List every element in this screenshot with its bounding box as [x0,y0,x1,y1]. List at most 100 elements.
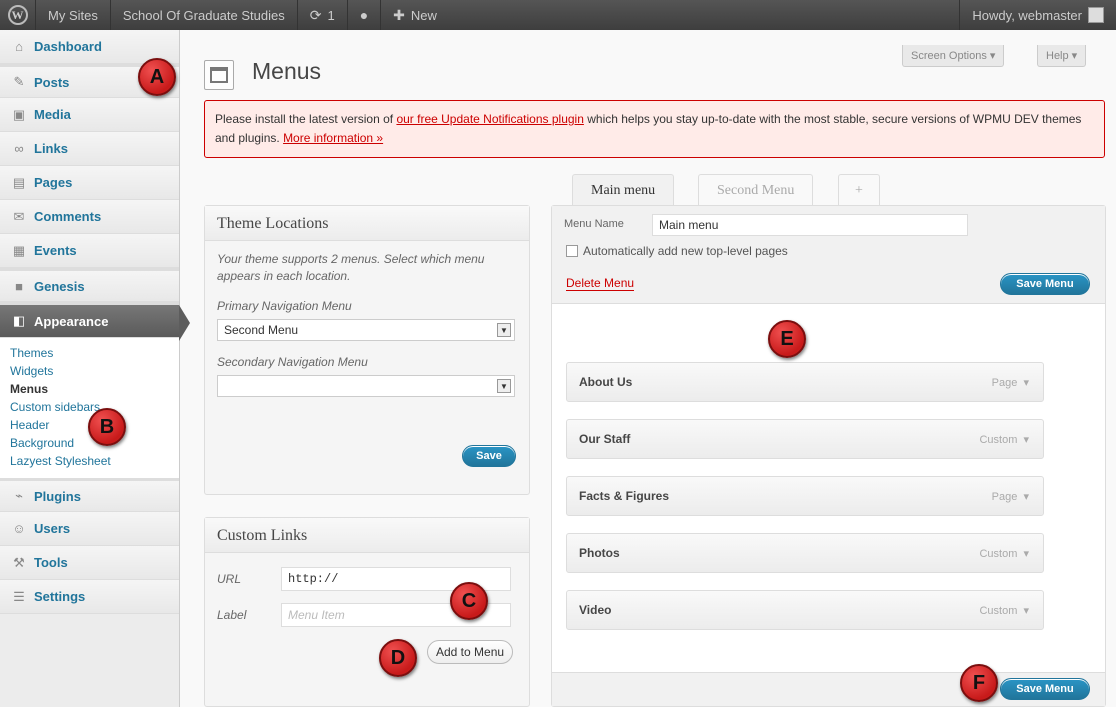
help-button[interactable]: Help ▾ [1037,45,1087,67]
users-icon: ☺ [12,521,26,536]
menu-name-label: Menu Name [564,218,624,230]
primary-navigation-label: Primary Navigation Menu [217,299,352,313]
menu-item-type: Page ▾ [991,376,1029,389]
annotation-marker-e: E [768,320,806,358]
menu-name-input[interactable]: Main menu [652,214,968,236]
sidebar-item-label: Users [34,521,71,536]
plus-icon: ✚ [393,6,405,23]
screen-options-button[interactable]: Screen Options ▾ [902,45,1005,67]
comment-bubble-icon: ● [359,7,369,23]
annotation-marker-d: D [379,639,417,677]
sidebar-item-tools[interactable]: ⚒ Tools [0,546,179,580]
more-information-link[interactable]: More information » [283,131,383,145]
my-sites-link[interactable]: My Sites [36,0,111,30]
theme-locations-description: Your theme supports 2 menus. Select whic… [217,252,485,283]
sidebar-item-label: Dashboard [34,39,102,54]
new-label: New [410,7,437,23]
sidebar-item-label: Plugins [34,488,81,504]
new-content-link[interactable]: ✚ New [381,0,449,30]
menus-page-icon [204,60,234,90]
plugins-icon: ⌁ [15,488,23,503]
page-title: Menus [252,58,322,84]
menu-header: Menu Name Main menu Automatically add ne… [552,206,1105,304]
menu-item[interactable]: Photos Custom ▾ [566,533,1044,573]
sidebar-item-comments[interactable]: ✉ Comments [0,200,179,234]
menu-item-type: Custom ▾ [979,604,1029,617]
sidebar-item-label: Media [34,107,71,122]
avatar [1088,7,1104,23]
howdy-text: Howdy, webmaster [972,7,1082,23]
admin-sidebar: ⌂ Dashboard ✎ Posts ▣ Media ∞ Links ▤ Pages ✉… [0,30,190,707]
custom-links-title[interactable]: Custom Links [205,518,529,553]
tab-main-menu[interactable]: Main menu [572,174,675,207]
admin-bar: W My Sites School Of Graduate Studies ⟳ 1… [0,0,1116,30]
pages-icon: ▤ [12,174,26,190]
auto-add-label: Automatically add new top-level pages [583,244,788,258]
secondary-navigation-select[interactable]: ▼ [217,375,515,397]
menu-item[interactable]: Facts & Figures Page ▾ [566,476,1044,516]
account-menu[interactable]: Howdy, webmaster [959,0,1116,30]
pin-icon: ✎ [13,74,25,89]
update-notifications-plugin-link[interactable]: our free Update Notifications plugin [396,112,583,126]
refresh-icon: ⟳ [309,6,322,23]
sidebar-item-label: Links [34,141,68,156]
save-menu-button-top[interactable]: Save Menu [1000,273,1090,295]
sidebar-item-events[interactable]: ▦ Events [0,234,179,268]
annotation-marker-f: F [960,664,998,702]
link-icon: ∞ [14,141,24,156]
appearance-submenu: Themes Widgets Menus Custom sidebars Hea… [0,338,179,478]
updates-link[interactable]: ⟳ 1 [298,0,348,30]
sidebar-item-genesis[interactable]: ■ Genesis [0,268,179,302]
media-icon: ▣ [12,106,26,122]
appearance-icon: ◧ [12,313,26,328]
comments-link[interactable]: ● [348,0,382,30]
menu-item-type: Page ▾ [991,490,1029,503]
menu-item-type: Custom ▾ [979,547,1029,560]
tab-add-menu[interactable]: + [838,174,880,206]
sidebar-item-label: Events [34,243,77,258]
menu-item-title: Photos [579,546,620,560]
menu-footer: Save Menu [552,672,1105,706]
plugin-notice: Please install the latest version of our… [204,100,1105,158]
annotation-marker-b: B [88,408,126,446]
sidebar-item-links[interactable]: ∞ Links [0,132,179,166]
save-locations-button[interactable]: Save [462,445,516,467]
sidebar-item-label: Tools [34,555,68,570]
genesis-icon: ■ [15,278,23,294]
menu-editor: Menu Name Main menu Automatically add ne… [551,205,1106,707]
annotation-marker-c: C [450,582,488,620]
sidebar-item-media[interactable]: ▣ Media [0,98,179,132]
sidebar-item-label: Settings [34,589,86,604]
label-label: Label [217,608,247,622]
site-name-link[interactable]: School Of Graduate Studies [111,0,298,30]
sidebar-item-label: Comments [34,209,102,224]
primary-navigation-select[interactable]: Second Menu ▼ [217,319,515,341]
add-to-menu-button[interactable]: Add to Menu [427,640,514,664]
updates-count: 1 [327,7,335,23]
chevron-down-icon: ▼ [497,323,511,337]
delete-menu-link[interactable]: Delete Menu [566,276,635,291]
notice-text-before: Please install the latest version of [215,112,397,126]
submenu-item-themes[interactable]: Themes [10,344,179,362]
url-label: URL [217,572,242,586]
sidebar-item-appearance[interactable]: ◧ Appearance [0,302,190,341]
menu-item-title: Facts & Figures [579,489,670,503]
tools-icon: ⚒ [13,554,25,570]
sidebar-item-settings[interactable]: ☰ Settings [0,580,179,614]
wordpress-logo-icon[interactable]: W [0,0,36,30]
menu-item[interactable]: Video Custom ▾ [566,590,1044,630]
menu-item[interactable]: About Us Page ▾ [566,362,1044,402]
submenu-item-menus[interactable]: Menus [10,380,179,398]
comments-icon: ✉ [13,208,25,224]
sidebar-item-pages[interactable]: ▤ Pages [0,166,179,200]
sidebar-item-plugins[interactable]: ⌁ Plugins [0,478,179,512]
sidebar-item-users[interactable]: ☺ Users [0,512,179,546]
tab-second-menu[interactable]: Second Menu [698,174,814,206]
submenu-item-widgets[interactable]: Widgets [10,362,179,380]
save-menu-button-bottom[interactable]: Save Menu [1000,678,1090,700]
menu-item[interactable]: Our Staff Custom ▾ [566,419,1044,459]
dashboard-icon: ⌂ [15,39,23,54]
auto-add-checkbox[interactable] [566,245,578,257]
theme-locations-title[interactable]: Theme Locations [205,206,529,241]
submenu-item-lazyest-stylesheet[interactable]: Lazyest Stylesheet [10,452,179,470]
